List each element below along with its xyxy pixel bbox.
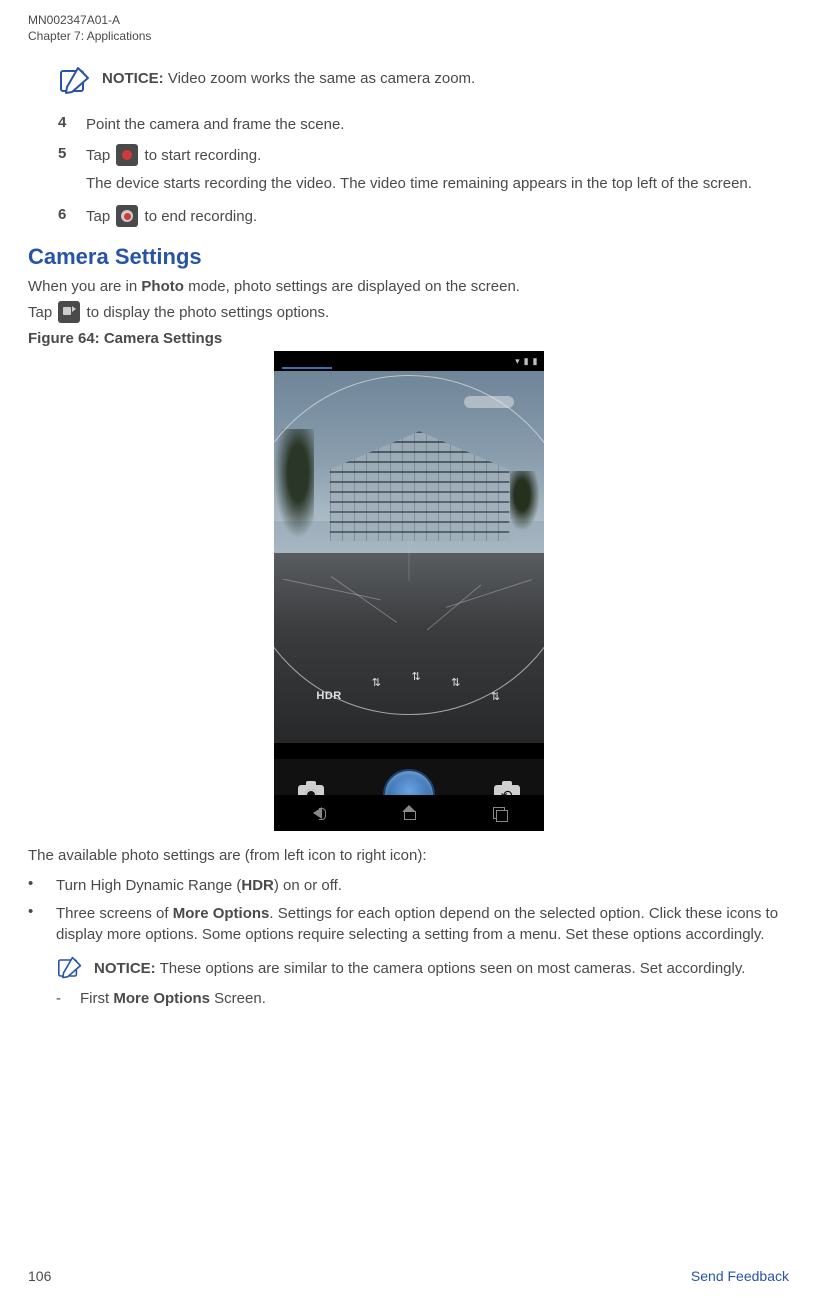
stop-record-icon <box>116 205 138 227</box>
figure-label: Figure 64: Camera Settings <box>28 330 789 347</box>
camera-settings-icon <box>58 301 80 323</box>
doc-id: MN002347A01-A <box>28 12 789 28</box>
more-options-icon: ⇅ <box>491 690 501 703</box>
sub-bullet-text: First More Options Screen. <box>80 988 266 1010</box>
step-number: 4 <box>58 114 72 131</box>
dash-bullet: - <box>56 988 66 1010</box>
section-heading: Camera Settings <box>28 244 789 270</box>
bullet-text: Turn High Dynamic Range (HDR) on or off. <box>56 875 789 897</box>
bullet: • <box>28 875 40 892</box>
phone-status-bar: ▾▮▮ <box>274 351 544 371</box>
tap-instruction: Tap to display the photo settings option… <box>28 302 789 324</box>
home-icon <box>401 805 417 821</box>
notice-text: NOTICE: Video zoom works the same as cam… <box>102 66 475 89</box>
step-text: Tap to end recording. <box>86 206 779 228</box>
send-feedback-link[interactable]: Send Feedback <box>691 1268 789 1284</box>
settings-arc-icons: HDR ⇅ ⇅ ⇅ ⇅ <box>274 670 544 683</box>
step-number: 6 <box>58 206 72 223</box>
recent-icon <box>491 805 507 821</box>
step-text: Tap to start recording. The device start… <box>86 145 779 194</box>
bullet: • <box>28 903 40 920</box>
more-options-icon: ⇅ <box>451 676 461 689</box>
bullet-text: Three screens of More Options. Settings … <box>56 903 789 1010</box>
camera-viewfinder: HDR ⇅ ⇅ ⇅ ⇅ <box>274 371 544 743</box>
settings-list-intro: The available photo settings are (from l… <box>28 845 789 867</box>
step-subtext: The device starts recording the video. T… <box>86 173 779 194</box>
more-options-icon: ⇅ <box>372 676 382 689</box>
hdr-option-icon: HDR <box>316 690 341 703</box>
notice-icon <box>56 956 84 980</box>
chapter-label: Chapter 7: Applications <box>28 28 789 44</box>
notice-text: NOTICE: These options are similar to the… <box>94 956 745 979</box>
step-number: 5 <box>58 145 72 162</box>
more-options-icon: ⇅ <box>411 670 421 683</box>
section-intro: When you are in Photo mode, photo settin… <box>28 276 789 298</box>
back-icon <box>311 805 327 821</box>
record-icon <box>116 144 138 166</box>
android-nav-bar <box>274 795 544 831</box>
notice-icon <box>58 66 92 96</box>
page-number: 106 <box>28 1268 51 1284</box>
step-text: Point the camera and frame the scene. <box>86 114 779 135</box>
figure-camera-settings: ▾▮▮ HDR ⇅ ⇅ ⇅ ⇅ <box>28 351 789 831</box>
